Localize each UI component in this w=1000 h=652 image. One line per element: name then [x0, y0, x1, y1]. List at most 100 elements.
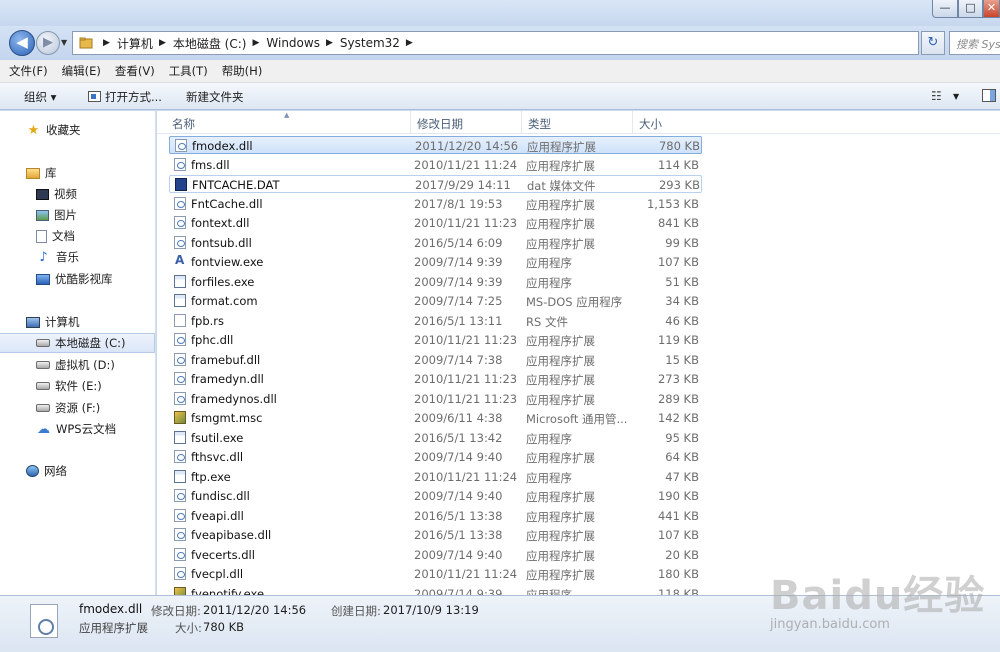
sidebar-item-libraries[interactable]: 库 [0, 163, 155, 183]
menu-tools[interactable]: 工具(T) [169, 63, 208, 79]
computer-icon [26, 316, 40, 328]
file-row[interactable]: fvenotify.exe 2009/7/14 9:39 应用程序 118 KB [169, 585, 702, 595]
sidebar-item-label: 收藏夹 [46, 123, 81, 137]
file-name: fveapi.dll [191, 508, 244, 523]
recent-pages-dropdown[interactable]: ▼ [61, 38, 67, 47]
dll-file-icon [174, 567, 186, 580]
sidebar-item-computer[interactable]: 计算机 [0, 312, 155, 332]
breadcrumb-separator-icon[interactable]: ▶ [103, 38, 110, 48]
close-button[interactable]: ✕ [983, 0, 1000, 18]
breadcrumb-separator-icon[interactable]: ▶ [252, 38, 259, 48]
search-input[interactable]: 搜索 System32 [949, 31, 1000, 55]
star-icon: ★ [27, 122, 40, 138]
back-button[interactable]: ◀ [9, 30, 35, 56]
column-header-type[interactable]: 类型 [522, 111, 633, 134]
breadcrumb-separator-icon[interactable]: ▶ [326, 38, 333, 48]
sidebar-item-wps-cloud[interactable]: ☁ WPS云文档 [0, 419, 155, 439]
minimize-button[interactable]: — [932, 0, 958, 18]
organize-button[interactable]: 组织 ▾ [24, 89, 56, 105]
preview-pane-icon[interactable] [982, 89, 996, 102]
file-date: 2010/11/21 11:24 [414, 157, 518, 172]
sidebar-item-videos[interactable]: 视频 [0, 184, 155, 204]
file-row[interactable]: fphc.dll 2010/11/21 11:23 应用程序扩展 119 KB [169, 331, 702, 349]
file-row[interactable]: fmodex.dll 2011/12/20 14:56 应用程序扩展 780 KB [169, 136, 702, 154]
sidebar-item-local-disk-c[interactable]: 本地磁盘 (C:) [0, 333, 155, 353]
file-row[interactable]: forfiles.exe 2009/7/14 9:39 应用程序 51 KB [169, 273, 702, 291]
file-row[interactable]: framedynos.dll 2010/11/21 11:23 应用程序扩展 289 … [169, 390, 702, 408]
file-row[interactable]: fsmgmt.msc 2009/6/11 4:38 Microsoft 通用管...… [169, 409, 702, 427]
file-name: framedynos.dll [191, 391, 277, 406]
file-type: 应用程序扩展 [526, 490, 595, 504]
change-view-icon[interactable]: ☷ [931, 89, 942, 103]
file-type: 应用程序 [526, 431, 572, 446]
file-size: 841 KB [657, 216, 699, 230]
file-row[interactable]: framedyn.dll 2010/11/21 11:23 应用程序扩展 273 KB [169, 370, 702, 388]
dll-file-icon [174, 372, 186, 385]
file-date: 2009/7/14 9:40 [414, 450, 503, 464]
sidebar-item-label: 虚拟机 (D:) [55, 358, 115, 372]
column-header-size[interactable]: 大小 [633, 111, 704, 134]
sidebar-item-label: 本地磁盘 (C:) [55, 336, 126, 350]
maximize-button[interactable]: □ [958, 0, 983, 18]
file-row[interactable]: framebuf.dll 2009/7/14 7:38 应用程序扩展 15 KB [169, 351, 702, 369]
sidebar-item-label: 文档 [52, 229, 75, 243]
file-row[interactable]: fundisc.dll 2009/7/14 9:40 应用程序扩展 190 KB [169, 487, 702, 505]
file-size: 142 KB [657, 411, 699, 425]
file-size: 107 KB [657, 255, 699, 269]
breadcrumb-local-disk[interactable]: 本地磁盘 (C:) [173, 35, 247, 52]
menu-view[interactable]: 查看(V) [115, 63, 155, 79]
file-row[interactable]: fveapibase.dll 2016/5/1 13:38 应用程序扩展 107 KB [169, 526, 702, 544]
forward-button[interactable]: ▶ [36, 31, 60, 55]
sidebar-item-label: 视频 [54, 187, 77, 201]
breadcrumb-windows[interactable]: Windows [266, 36, 320, 50]
sidebar-item-pictures[interactable]: 图片 [0, 205, 155, 225]
library-icon [26, 167, 40, 179]
file-date: 2009/7/14 9:40 [414, 547, 503, 562]
sidebar-item-drive-d[interactable]: 虚拟机 (D:) [0, 355, 155, 375]
file-name: fthsvc.dll [191, 450, 244, 464]
navigation-bar: ◀ ▶ ▼ ▶ 计算机 ▶ 本地磁盘 (C:) ▶ Windows ▶ Syst… [0, 26, 1000, 60]
file-type: 应用程序 [526, 470, 572, 485]
view-options-dropdown-icon[interactable]: ▼ [953, 92, 959, 101]
file-row[interactable]: fms.dll 2010/11/21 11:24 应用程序扩展 114 KB [169, 156, 702, 174]
file-row[interactable]: fontsub.dll 2016/5/14 6:09 应用程序扩展 99 KB [169, 234, 702, 252]
file-row[interactable]: format.com 2009/7/14 7:25 MS-DOS 应用程序 34 KB [169, 292, 702, 310]
file-row[interactable]: ftp.exe 2010/11/21 11:24 应用程序 47 KB [169, 468, 702, 486]
file-row[interactable]: fvecerts.dll 2009/7/14 9:40 应用程序扩展 20 KB [169, 546, 702, 564]
open-with-button[interactable]: 打开方式... [88, 89, 162, 105]
breadcrumb-computer[interactable]: 计算机 [117, 35, 153, 52]
title-bar: — □ ✕ [0, 0, 1000, 26]
file-row[interactable]: fontview.exe 2009/7/14 9:39 应用程序 107 KB [169, 253, 702, 271]
file-row[interactable]: fsutil.exe 2016/5/1 13:42 应用程序 95 KB [169, 429, 702, 447]
menu-help[interactable]: 帮助(H) [222, 63, 263, 79]
breadcrumb-separator-icon[interactable]: ▶ [159, 38, 166, 48]
sidebar-item-drive-f[interactable]: 资源 (F:) [0, 398, 155, 418]
file-row[interactable]: fontext.dll 2010/11/21 11:23 应用程序扩展 841 KB [169, 214, 702, 232]
sidebar-item-youku-library[interactable]: 优酷影视库 [0, 269, 155, 289]
file-row[interactable]: fvecpl.dll 2010/11/21 11:24 应用程序扩展 180 KB [169, 565, 702, 583]
sidebar-item-documents[interactable]: 文档 [0, 226, 155, 246]
file-file-icon [174, 313, 186, 327]
file-row[interactable]: FntCache.dll 2017/8/1 19:53 应用程序扩展 1,153 KB [169, 195, 702, 213]
refresh-button[interactable]: ↻ [921, 31, 945, 55]
menu-file[interactable]: 文件(F) [9, 63, 48, 79]
breadcrumb-separator-icon[interactable]: ▶ [406, 38, 413, 48]
new-folder-button[interactable]: 新建文件夹 [186, 89, 244, 105]
file-row[interactable]: fveapi.dll 2016/5/1 13:38 应用程序扩展 441 KB [169, 507, 702, 525]
file-name: framebuf.dll [191, 352, 261, 367]
sidebar-item-network[interactable]: 网络 [0, 461, 155, 481]
details-pane: fmodex.dll 应用程序扩展 修改日期: 2011/12/20 14:56… [0, 595, 1000, 652]
sidebar-item-label: 库 [45, 166, 57, 180]
file-name: fontsub.dll [191, 235, 252, 250]
file-type: 应用程序扩展 [526, 353, 595, 368]
address-bar[interactable]: ▶ 计算机 ▶ 本地磁盘 (C:) ▶ Windows ▶ System32 ▶… [72, 31, 984, 55]
column-header-date[interactable]: 修改日期 [411, 111, 522, 134]
sidebar-item-favorites[interactable]: ★ 收藏夹 [0, 120, 155, 140]
breadcrumb-system32[interactable]: System32 [340, 36, 400, 50]
file-row[interactable]: FNTCACHE.DAT 2017/9/29 14:11 dat 媒体文件 293 K… [169, 175, 702, 193]
file-row[interactable]: fthsvc.dll 2009/7/14 9:40 应用程序扩展 64 KB [169, 448, 702, 466]
file-row[interactable]: fpb.rs 2016/5/1 13:11 RS 文件 46 KB [169, 312, 702, 330]
sidebar-item-music[interactable]: ♪ 音乐 [0, 247, 155, 267]
menu-edit[interactable]: 编辑(E) [62, 63, 101, 79]
sidebar-item-drive-e[interactable]: 软件 (E:) [0, 376, 155, 396]
